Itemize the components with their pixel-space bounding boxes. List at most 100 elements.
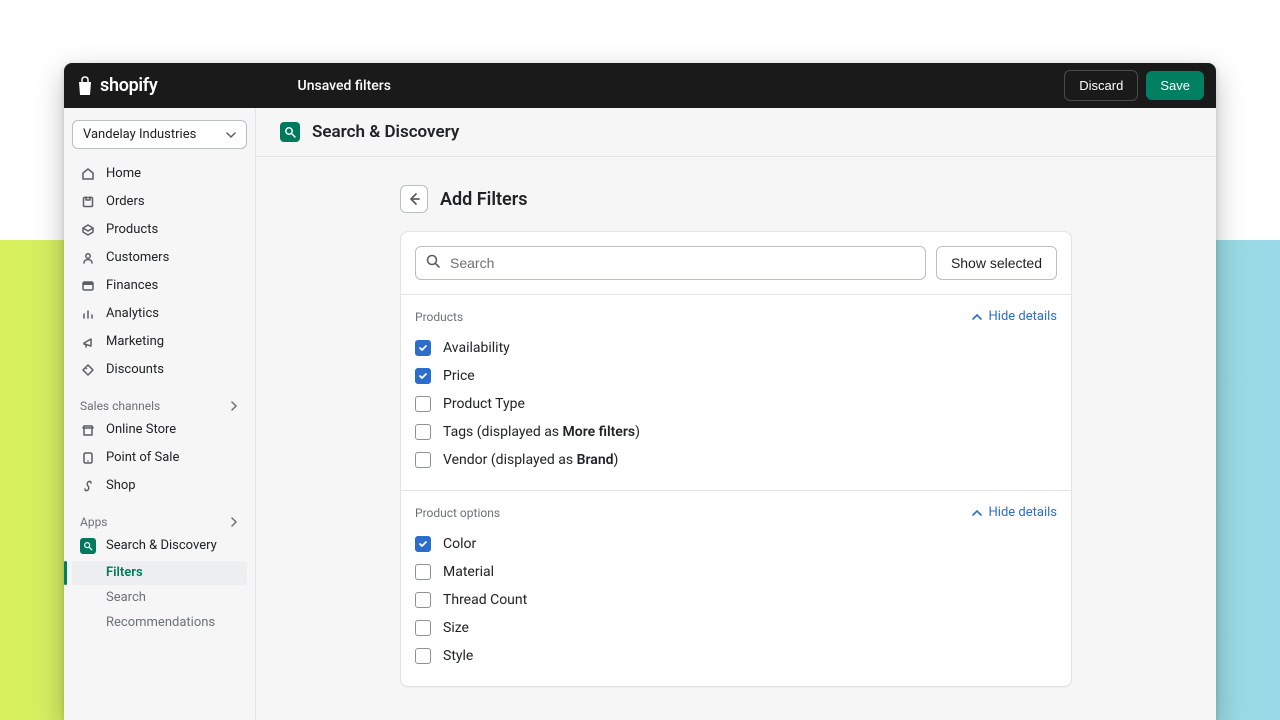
filter-row: Material bbox=[415, 558, 1057, 586]
filter-row: Color bbox=[415, 530, 1057, 558]
filter-checkbox[interactable] bbox=[415, 452, 431, 468]
main-pane: Search & Discovery Add Filters bbox=[256, 108, 1216, 720]
admin-window: shopify Unsaved filters Discard Save Van… bbox=[64, 63, 1216, 720]
hide-details-label: Hide details bbox=[989, 309, 1057, 324]
sidebar-item-finances[interactable]: Finances bbox=[72, 273, 247, 299]
show-selected-button[interactable]: Show selected bbox=[936, 246, 1057, 280]
orders-icon bbox=[80, 194, 96, 210]
chevron-right-icon bbox=[229, 517, 239, 527]
sidebar-subitem-recommendations[interactable]: Recommendations bbox=[72, 611, 247, 635]
sidebar-item-discounts[interactable]: Discounts bbox=[72, 357, 247, 383]
app-header-title: Search & Discovery bbox=[312, 122, 459, 142]
shopify-logo: shopify bbox=[76, 75, 158, 96]
save-button[interactable]: Save bbox=[1146, 71, 1204, 100]
sidebar: Vandelay Industries Home Orders Products Cu… bbox=[64, 108, 256, 720]
filter-row: Size bbox=[415, 614, 1057, 642]
filter-checkbox[interactable] bbox=[415, 396, 431, 412]
sidebar-item-orders[interactable]: Orders bbox=[72, 189, 247, 215]
filter-checkbox[interactable] bbox=[415, 592, 431, 608]
filter-label: Tags (displayed as More filters) bbox=[443, 424, 640, 440]
sidebar-item-label: Marketing bbox=[106, 333, 164, 351]
search-icon bbox=[425, 253, 441, 273]
filter-group-product-options: Product options Hide details Color Material… bbox=[401, 491, 1071, 686]
sidebar-item-marketing[interactable]: Marketing bbox=[72, 329, 247, 355]
topbar: shopify Unsaved filters Discard Save bbox=[64, 63, 1216, 108]
filter-checkbox[interactable] bbox=[415, 368, 431, 384]
sidebar-channel-shop[interactable]: Shop bbox=[72, 473, 247, 499]
marketing-icon bbox=[80, 334, 96, 350]
filter-label: Size bbox=[443, 620, 469, 636]
pos-icon bbox=[80, 450, 96, 466]
filter-label: Price bbox=[443, 368, 475, 384]
sidebar-app-search-discovery[interactable]: Search & Discovery bbox=[72, 533, 247, 559]
discard-button[interactable]: Discard bbox=[1064, 70, 1138, 101]
filter-row: Vendor (displayed as Brand) bbox=[415, 446, 1057, 474]
sidebar-item-label: Analytics bbox=[106, 305, 159, 323]
filter-label: Style bbox=[443, 648, 473, 664]
filter-row: Style bbox=[415, 642, 1057, 670]
hide-details-label: Hide details bbox=[989, 505, 1057, 520]
filter-checkbox[interactable] bbox=[415, 424, 431, 440]
sidebar-item-label: Home bbox=[106, 165, 141, 183]
filter-label: Vendor (displayed as Brand) bbox=[443, 452, 618, 468]
filter-label: Product Type bbox=[443, 396, 525, 412]
sidebar-channel-online-store[interactable]: Online Store bbox=[72, 417, 247, 443]
back-button[interactable] bbox=[400, 185, 428, 213]
chevron-up-icon bbox=[971, 507, 983, 519]
customers-icon bbox=[80, 250, 96, 266]
sidebar-item-products[interactable]: Products bbox=[72, 217, 247, 243]
store-selector-value: Vandelay Industries bbox=[83, 127, 196, 142]
sidebar-item-label: Orders bbox=[106, 193, 145, 211]
arrow-left-icon bbox=[407, 192, 421, 206]
app-header: Search & Discovery bbox=[256, 108, 1216, 157]
filter-label: Thread Count bbox=[443, 592, 527, 608]
sidebar-item-customers[interactable]: Customers bbox=[72, 245, 247, 271]
filter-search-input[interactable] bbox=[415, 246, 926, 280]
group-title: Products bbox=[415, 310, 463, 324]
filter-row: Price bbox=[415, 362, 1057, 390]
filter-group-products: ProductsHide detailsAvailabilityPricePro… bbox=[401, 295, 1071, 491]
shopify-bag-icon bbox=[76, 76, 94, 96]
chevron-up-icon bbox=[971, 311, 983, 323]
sidebar-item-label: Online Store bbox=[106, 421, 176, 439]
sidebar-subitem-filters[interactable]: Filters bbox=[72, 561, 247, 585]
filter-label: Material bbox=[443, 564, 494, 580]
shop-icon bbox=[80, 478, 96, 494]
apps-header[interactable]: Apps bbox=[72, 507, 247, 533]
sidebar-subitem-search[interactable]: Search bbox=[72, 586, 247, 610]
filter-checkbox[interactable] bbox=[415, 340, 431, 356]
chevron-down-icon bbox=[226, 130, 236, 140]
search-discovery-app-icon bbox=[280, 122, 300, 142]
page-title: Add Filters bbox=[440, 189, 527, 210]
filter-row: Tags (displayed as More filters) bbox=[415, 418, 1057, 446]
sidebar-item-home[interactable]: Home bbox=[72, 161, 247, 187]
sidebar-item-label: Discounts bbox=[106, 361, 164, 379]
home-icon bbox=[80, 166, 96, 182]
filter-label: Color bbox=[443, 536, 476, 552]
sidebar-channel-point-of-sale[interactable]: Point of Sale bbox=[72, 445, 247, 471]
finances-icon bbox=[80, 278, 96, 294]
section-label: Sales channels bbox=[80, 399, 160, 413]
shopify-wordmark: shopify bbox=[100, 75, 158, 96]
store-selector[interactable]: Vandelay Industries bbox=[72, 120, 247, 149]
sidebar-item-label: Point of Sale bbox=[106, 449, 179, 467]
sidebar-item-label: Products bbox=[106, 221, 158, 239]
sales-channels-header[interactable]: Sales channels bbox=[72, 391, 247, 417]
filter-checkbox[interactable] bbox=[415, 648, 431, 664]
section-label: Apps bbox=[80, 515, 108, 529]
filters-card: Show selected ProductsHide detailsAvaila… bbox=[400, 231, 1072, 687]
analytics-icon bbox=[80, 306, 96, 322]
products-icon bbox=[80, 222, 96, 238]
hide-details-toggle[interactable]: Hide details bbox=[971, 505, 1057, 520]
chevron-right-icon bbox=[229, 401, 239, 411]
hide-details-toggle[interactable]: Hide details bbox=[971, 309, 1057, 324]
sidebar-item-label: Shop bbox=[106, 477, 136, 495]
sidebar-item-analytics[interactable]: Analytics bbox=[72, 301, 247, 327]
filter-checkbox[interactable] bbox=[415, 620, 431, 636]
filter-checkbox[interactable] bbox=[415, 536, 431, 552]
search-discovery-app-icon bbox=[80, 538, 96, 554]
filter-checkbox[interactable] bbox=[415, 564, 431, 580]
sidebar-item-label: Finances bbox=[106, 277, 158, 295]
group-title: Product options bbox=[415, 506, 500, 520]
sidebar-item-label: Search & Discovery bbox=[106, 537, 217, 555]
